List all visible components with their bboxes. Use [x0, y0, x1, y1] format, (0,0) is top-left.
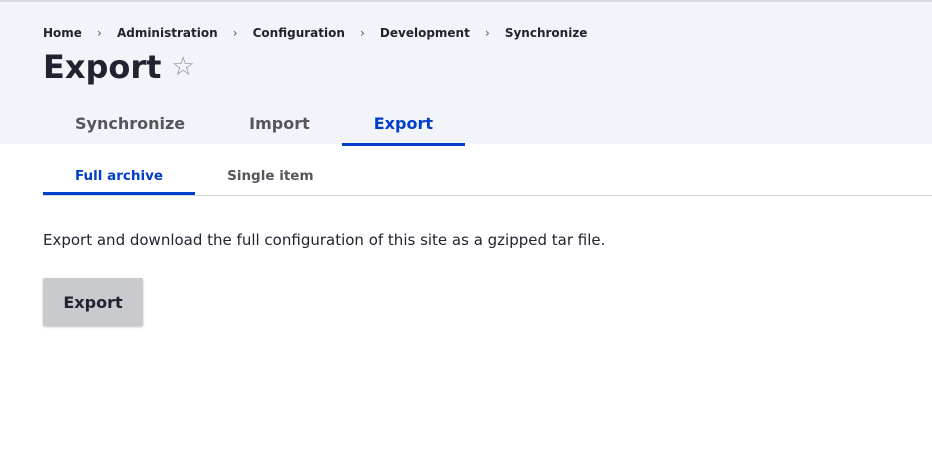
subtab-full-archive[interactable]: Full archive: [43, 157, 196, 195]
breadcrumb-separator-icon: ›: [484, 26, 490, 40]
breadcrumb-configuration[interactable]: Configuration: [253, 26, 345, 40]
subtab-single-item[interactable]: Single item: [195, 157, 345, 195]
page-header: Home › Administration › Configuration › …: [0, 0, 932, 146]
primary-tabs: Synchronize Import Export: [43, 100, 466, 146]
tab-synchronize[interactable]: Synchronize: [43, 100, 217, 146]
tabs-divider: [43, 195, 932, 196]
title-row: Export ☆: [43, 45, 195, 89]
breadcrumb-development[interactable]: Development: [380, 26, 470, 40]
breadcrumb-separator-icon: ›: [360, 26, 365, 40]
breadcrumb-separator-icon: ›: [97, 26, 102, 40]
export-button[interactable]: Export: [43, 278, 143, 326]
breadcrumb-separator-icon: ›: [232, 26, 238, 40]
page-title: Export: [43, 48, 162, 86]
breadcrumb-home[interactable]: Home: [43, 26, 82, 40]
secondary-tabs: Full archive Single item: [43, 157, 346, 195]
tab-export[interactable]: Export: [341, 100, 466, 146]
export-description: Export and download the full configurati…: [43, 231, 606, 249]
breadcrumb-administration[interactable]: Administration: [117, 26, 218, 40]
breadcrumb: Home › Administration › Configuration › …: [43, 25, 587, 41]
tab-import[interactable]: Import: [217, 100, 342, 146]
star-outline-icon[interactable]: ☆: [171, 52, 194, 82]
breadcrumb-synchronize[interactable]: Synchronize: [505, 26, 588, 40]
